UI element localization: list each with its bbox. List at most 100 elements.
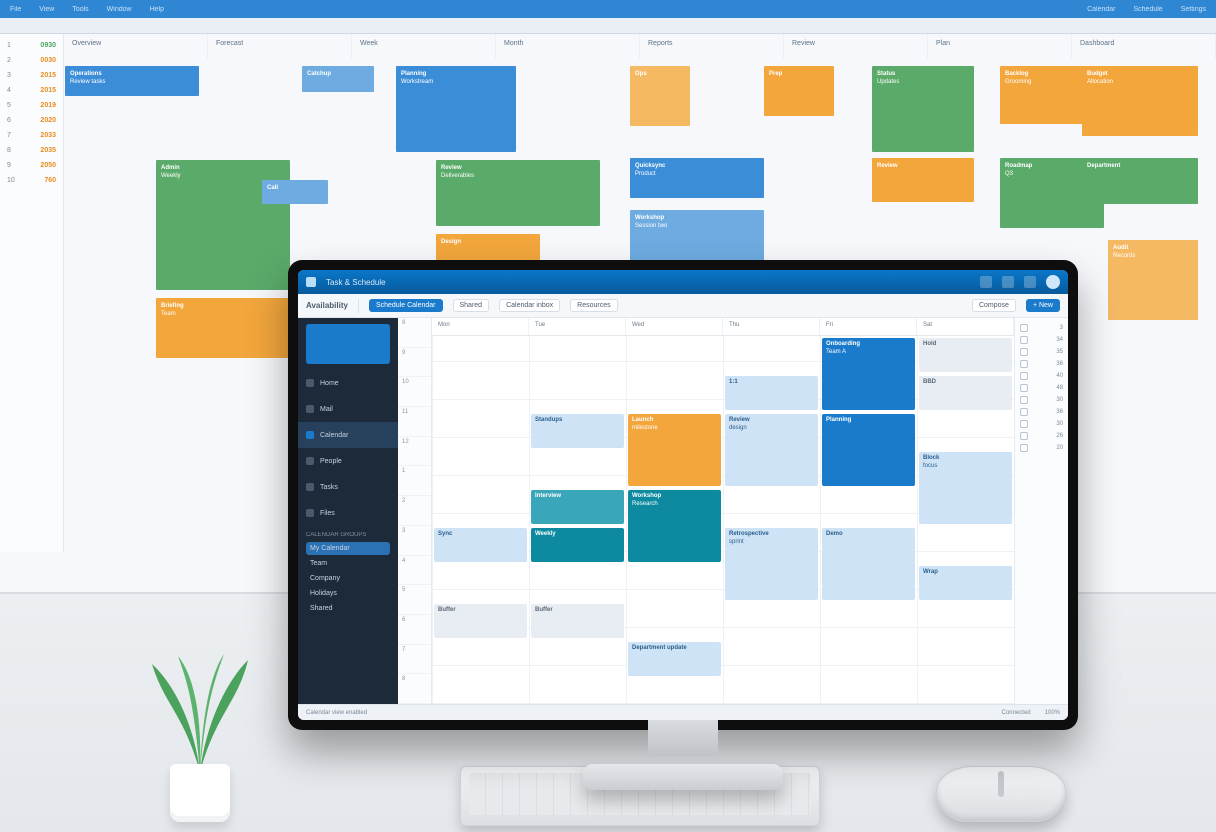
calendar-toggle[interactable]: Shared [306, 602, 390, 615]
calendar-event[interactable]: Weekly [531, 528, 624, 562]
checkbox-icon[interactable] [1020, 432, 1028, 440]
bg-menu-item[interactable]: Calendar [1087, 6, 1115, 13]
calendar-event[interactable]: Standups [531, 414, 624, 448]
bg-event-block[interactable]: BacklogGrooming [1000, 66, 1090, 124]
rail-row[interactable]: 35 [1020, 348, 1063, 356]
rail-row[interactable]: 36 [1020, 360, 1063, 368]
view-chip-schedule[interactable]: Schedule Calendar [369, 299, 443, 312]
bg-event-block[interactable]: Review [872, 158, 974, 202]
rail-row[interactable]: 3 [1020, 324, 1063, 332]
view-chip-inbox[interactable]: Calendar inbox [499, 299, 560, 312]
bg-event-block[interactable]: BriefingTeam [156, 298, 290, 358]
app-toolbar: Availability Schedule Calendar Shared Ca… [298, 294, 1068, 318]
user-avatar[interactable] [1046, 275, 1060, 289]
rail-row[interactable]: 34 [1020, 336, 1063, 344]
calendar-event[interactable]: Hold [919, 338, 1012, 372]
hour-label: 3 [398, 526, 431, 556]
sidebar-nav-calendar[interactable]: Calendar [298, 422, 398, 448]
rail-row[interactable]: 20 [1020, 444, 1063, 452]
view-chip-shared[interactable]: Shared [453, 299, 490, 312]
bg-time-row: 32015 [4, 70, 59, 81]
bg-event-block[interactable]: Prep [764, 66, 834, 116]
bg-event-block[interactable]: StatusUpdates [872, 66, 974, 152]
calendar-event[interactable]: Interview [531, 490, 624, 524]
checkbox-icon[interactable] [1020, 360, 1028, 368]
checkbox-icon[interactable] [1020, 384, 1028, 392]
calendar-event[interactable]: Department update [628, 642, 721, 676]
bg-menu-item[interactable]: Window [107, 6, 132, 13]
day-header[interactable]: Fri [820, 318, 917, 335]
checkbox-icon[interactable] [1020, 348, 1028, 356]
bg-event-block[interactable]: OperationsReview tasks [65, 66, 199, 96]
calendar-event[interactable]: Retrospectivesprint [725, 528, 818, 600]
rail-row[interactable]: 30 [1020, 420, 1063, 428]
rail-row[interactable]: 48 [1020, 384, 1063, 392]
day-header[interactable]: Mon [432, 318, 529, 335]
calendar-toggle[interactable]: Holidays [306, 587, 390, 600]
bg-menu-item[interactable]: Help [150, 6, 164, 13]
calendar-grid[interactable]: OnboardingTeam AHold BBD StandupsLaunchmil… [432, 336, 1014, 704]
calendar-event[interactable]: WorkshopResearch [628, 490, 721, 562]
bg-event-block[interactable]: ReviewDeliverables [436, 160, 600, 226]
checkbox-icon[interactable] [1020, 336, 1028, 344]
calendar-event[interactable]: Demo [822, 528, 915, 600]
hour-label: 4 [398, 556, 431, 586]
calendar-event[interactable]: Planning [822, 414, 915, 486]
mouse-decor [936, 766, 1066, 822]
sidebar-nav-mail[interactable]: Mail [298, 396, 398, 422]
checkbox-icon[interactable] [1020, 396, 1028, 404]
bg-event-block[interactable]: QuicksyncProduct [630, 158, 764, 198]
calendar-event[interactable]: Launchmilestone [628, 414, 721, 486]
calendar-event[interactable]: OnboardingTeam A [822, 338, 915, 410]
bg-menu-item[interactable]: Tools [72, 6, 88, 13]
calendar-event[interactable]: BBD [919, 376, 1012, 410]
calendar-toggle[interactable]: My Calendar [306, 542, 390, 555]
bg-menu-item[interactable]: Schedule [1134, 6, 1163, 13]
rules-icon[interactable] [1002, 276, 1014, 288]
checkbox-icon[interactable] [1020, 420, 1028, 428]
calendar-event[interactable]: Reviewdesign [725, 414, 818, 486]
sidebar-nav-home[interactable]: Home [298, 370, 398, 396]
rail-row[interactable]: 30 [1020, 396, 1063, 404]
calendar-event[interactable]: Blockfocus [919, 452, 1012, 524]
sidebar-nav-tasks[interactable]: Tasks [298, 474, 398, 500]
checkbox-icon[interactable] [1020, 324, 1028, 332]
share-icon[interactable] [980, 276, 992, 288]
checkbox-icon[interactable] [1020, 408, 1028, 416]
calendar-toggle[interactable]: Company [306, 572, 390, 585]
bg-event-block[interactable]: AuditRecords [1108, 240, 1198, 320]
day-header[interactable]: Wed [626, 318, 723, 335]
bg-event-block[interactable]: Department [1082, 158, 1198, 204]
calendar-event[interactable]: Buffer [531, 604, 624, 638]
bg-event-block[interactable]: Ops [630, 66, 690, 126]
compose-button[interactable]: Compose [972, 299, 1016, 312]
calendar-event[interactable]: Sync [434, 528, 527, 562]
day-header[interactable]: Thu [723, 318, 820, 335]
new-event-button[interactable]: + New [1026, 299, 1060, 312]
bg-event-block[interactable]: Call [262, 180, 328, 204]
calendar-event[interactable]: 1:1 [725, 376, 818, 410]
bg-event-block[interactable]: Catchup [302, 66, 374, 92]
calendar-toggle[interactable]: Team [306, 557, 390, 570]
view-chip-resources[interactable]: Resources [570, 299, 617, 312]
more-icon[interactable] [1024, 276, 1036, 288]
bg-event-block[interactable]: BudgetAllocation [1082, 66, 1198, 136]
calendar-event[interactable]: Buffer [434, 604, 527, 638]
bg-menu-item[interactable]: View [39, 6, 54, 13]
rail-row[interactable]: 26 [1020, 432, 1063, 440]
calendar-event[interactable]: Wrap [919, 566, 1012, 600]
bg-day-header: Dashboard [1072, 34, 1216, 60]
mini-month-thumb[interactable] [306, 324, 390, 364]
nav-icon [306, 457, 314, 465]
sidebar-nav-people[interactable]: People [298, 448, 398, 474]
rail-row[interactable]: 36 [1020, 408, 1063, 416]
sidebar-nav-files[interactable]: Files [298, 500, 398, 526]
rail-row[interactable]: 40 [1020, 372, 1063, 380]
bg-event-block[interactable]: PlanningWorkstream [396, 66, 516, 152]
bg-menu-item[interactable]: File [10, 6, 21, 13]
checkbox-icon[interactable] [1020, 444, 1028, 452]
day-header[interactable]: Tue [529, 318, 626, 335]
day-header[interactable]: Sat [917, 318, 1014, 335]
checkbox-icon[interactable] [1020, 372, 1028, 380]
bg-menu-item[interactable]: Settings [1181, 6, 1206, 13]
